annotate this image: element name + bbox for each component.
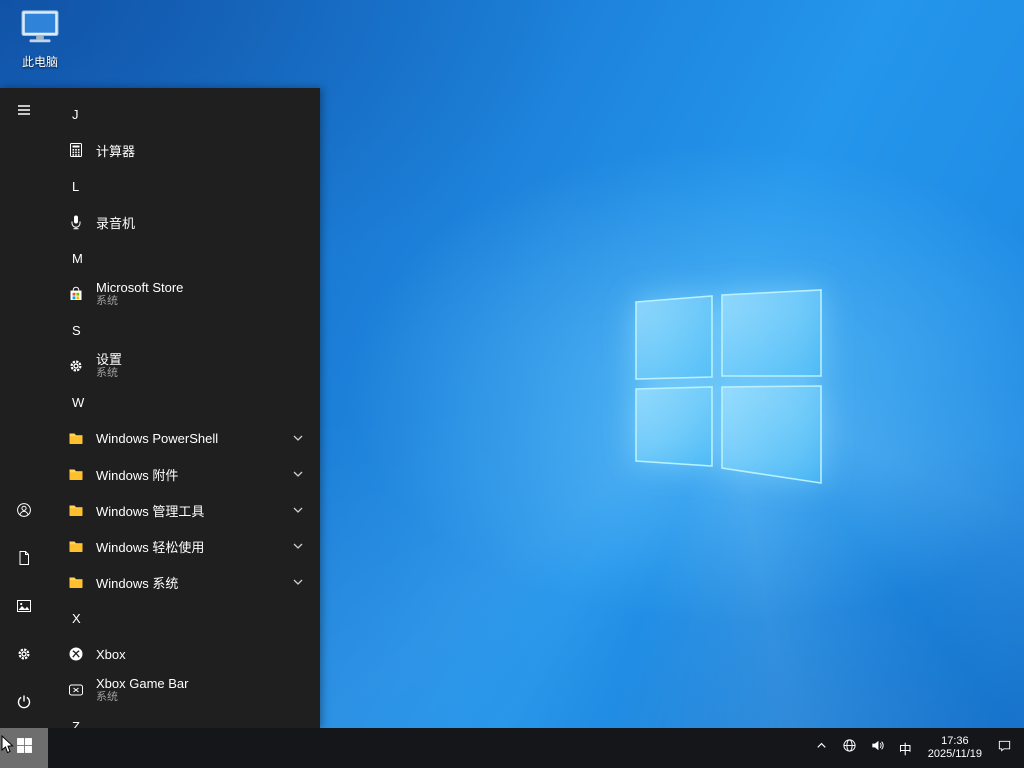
gamebar-icon (68, 682, 84, 698)
store-icon (68, 286, 84, 302)
system-tray: 中 17:36 2025/11/19 (812, 728, 1024, 768)
clock-time: 17:36 (941, 735, 969, 747)
app-label: Windows 管理工具 (96, 503, 205, 519)
folder-item-windows-system[interactable]: Windows 系统 (48, 564, 320, 600)
section-letter-label: J (72, 106, 79, 122)
section-letter-s[interactable]: S (48, 312, 320, 348)
globe-network-icon (842, 738, 857, 758)
section-letter-l[interactable]: L (48, 168, 320, 204)
app-item-xbox[interactable]: Xbox (48, 636, 320, 672)
mouse-cursor (1, 734, 15, 760)
action-center-icon (997, 738, 1012, 758)
action-center-button[interactable] (995, 728, 1014, 768)
section-letter-z[interactable]: Z (48, 708, 320, 729)
settings-button[interactable] (0, 632, 48, 680)
document-icon (16, 550, 32, 571)
desktop: 此电脑 J 计算器 L 录音机 M Microsoft Store 系统 S 设… (0, 0, 1024, 768)
ime-indicator[interactable]: 中 (896, 728, 915, 768)
microphone-icon (68, 214, 84, 230)
folder-icon (68, 502, 84, 518)
start-menu: J 计算器 L 录音机 M Microsoft Store 系统 S 设置 系统… (0, 88, 320, 728)
app-item-voice-recorder[interactable]: 录音机 (48, 204, 320, 240)
app-label: 设置 (96, 352, 123, 367)
user-icon (16, 502, 32, 523)
section-letter-m[interactable]: M (48, 240, 320, 276)
section-letter-label: Z (72, 718, 80, 729)
app-label: Windows PowerShell (96, 430, 219, 446)
app-item-xbox-game-bar[interactable]: Xbox Game Bar 系统 (48, 672, 320, 708)
start-menu-expand-button[interactable] (0, 88, 48, 136)
folder-icon (68, 574, 84, 590)
app-sublabel: 系统 (96, 691, 118, 703)
app-label: Microsoft Store (96, 280, 184, 295)
section-letter-j[interactable]: J (48, 96, 320, 132)
user-account-button[interactable] (0, 488, 48, 536)
folder-icon (68, 430, 84, 446)
section-letter-w[interactable]: W (48, 384, 320, 420)
documents-button[interactable] (0, 536, 48, 584)
section-letter-x[interactable]: X (48, 600, 320, 636)
section-letter-label: L (72, 178, 80, 194)
folder-item-windows-admin-tools[interactable]: Windows 管理工具 (48, 492, 320, 528)
chevron-down-icon[interactable] (290, 430, 306, 446)
taskbar-spacer (48, 728, 812, 768)
clock-date: 2025/11/19 (927, 748, 982, 760)
chevron-down-icon[interactable] (290, 466, 306, 482)
app-sublabel: 系统 (96, 295, 118, 307)
pictures-button[interactable] (0, 584, 48, 632)
section-letter-label: M (72, 250, 83, 266)
app-item-settings[interactable]: 设置 系统 (48, 348, 320, 384)
network-button[interactable] (840, 728, 859, 768)
app-label: Xbox Game Bar (96, 676, 189, 691)
taskbar-clock[interactable]: 17:36 2025/11/19 (924, 735, 986, 761)
folder-item-windows-ease-of-access[interactable]: Windows 轻松使用 (48, 528, 320, 564)
folder-icon (68, 538, 84, 554)
power-button[interactable] (0, 680, 48, 728)
xbox-icon (68, 646, 84, 662)
section-letter-label: X (72, 610, 81, 626)
gear-icon (16, 646, 32, 667)
chevron-down-icon[interactable] (290, 538, 306, 554)
computer-icon (17, 10, 63, 50)
app-item-microsoft-store[interactable]: Microsoft Store 系统 (48, 276, 320, 312)
app-text: 设置 系统 (96, 352, 123, 380)
chevron-down-icon[interactable] (290, 502, 306, 518)
section-letter-label: W (72, 394, 85, 410)
app-label: 计算器 (96, 143, 136, 159)
windows-logo-icon (16, 737, 33, 759)
start-menu-app-list: J 计算器 L 录音机 M Microsoft Store 系统 S 设置 系统… (48, 88, 320, 728)
start-menu-rail (0, 88, 48, 728)
chevron-down-icon[interactable] (290, 574, 306, 590)
app-label: Windows 轻松使用 (96, 539, 205, 555)
app-text: Xbox Game Bar 系统 (96, 676, 189, 704)
app-sublabel: 系统 (96, 367, 118, 379)
power-icon (16, 694, 32, 715)
folder-icon (68, 466, 84, 482)
gear-icon (68, 358, 84, 374)
app-label: Windows 系统 (96, 575, 179, 591)
app-label: Windows 附件 (96, 467, 179, 483)
taskbar: 中 17:36 2025/11/19 (0, 728, 1024, 768)
desktop-icon-label: 此电脑 (21, 55, 58, 69)
chevron-up-icon (814, 738, 829, 758)
app-text: Microsoft Store 系统 (96, 280, 184, 308)
folder-item-windows-accessories[interactable]: Windows 附件 (48, 456, 320, 492)
hamburger-icon (16, 102, 32, 123)
tray-overflow-button[interactable] (812, 728, 831, 768)
speaker-icon (870, 738, 885, 758)
app-item-calculator[interactable]: 计算器 (48, 132, 320, 168)
rail-spacer (0, 136, 48, 488)
desktop-icon-this-pc[interactable]: 此电脑 (12, 8, 68, 70)
pictures-icon (16, 598, 32, 619)
volume-button[interactable] (868, 728, 887, 768)
folder-item-windows-powershell[interactable]: Windows PowerShell (48, 420, 320, 456)
app-label: 录音机 (96, 215, 136, 231)
app-label: Xbox (96, 646, 126, 662)
wallpaper-windows-logo (633, 289, 823, 490)
section-letter-label: S (72, 322, 81, 338)
calculator-icon (68, 142, 84, 158)
